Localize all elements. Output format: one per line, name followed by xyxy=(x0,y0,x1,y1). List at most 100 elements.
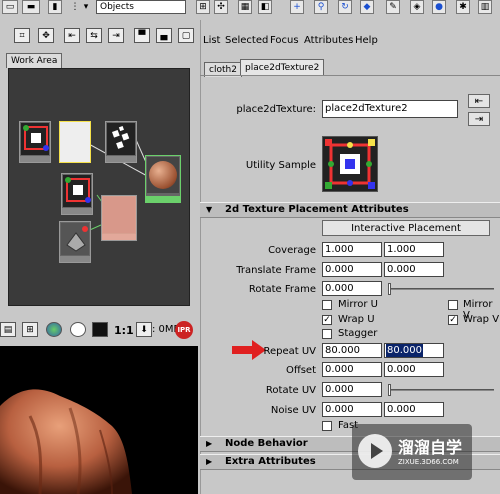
translate-frame-label: Translate Frame xyxy=(236,265,316,276)
zoom-label[interactable]: 1:1 xyxy=(114,324,134,337)
coverage-u-input[interactable]: 1.000 xyxy=(322,242,382,257)
tab-work-area[interactable]: Work Area xyxy=(6,53,63,68)
node-name-label: place2dTexture: xyxy=(236,104,316,115)
selected-texture-node[interactable] xyxy=(59,121,91,163)
hypershade-icon[interactable]: ▥ xyxy=(478,0,492,14)
mirror-u-checkbox[interactable] xyxy=(322,300,332,310)
bottom-tab-layout-icon[interactable]: ▄ xyxy=(156,28,172,43)
repeat-uv-label: Repeat UV xyxy=(263,346,316,357)
fast-checkbox[interactable] xyxy=(322,421,332,431)
repeat-v-selected-text: 80.000 xyxy=(386,344,423,357)
ramp-swatch xyxy=(103,197,135,233)
translate-frame-u-input[interactable]: 0.000 xyxy=(322,262,382,277)
rotate-uv-slider-thumb[interactable] xyxy=(388,384,391,396)
top-tab-layout-icon[interactable]: ▀ xyxy=(134,28,150,43)
menu-attributes[interactable]: Attributes xyxy=(304,35,353,46)
display-icon[interactable] xyxy=(92,322,108,337)
chevron-down-icon[interactable]: ▾ xyxy=(80,0,92,14)
menu-help[interactable]: Help xyxy=(355,35,378,46)
section-texture-placement[interactable]: ▼ 2d Texture Placement Attributes xyxy=(200,202,500,218)
single-layout-icon[interactable]: ▢ xyxy=(178,28,194,43)
watermark-subtitle: ZIXUE.3D66.COM xyxy=(398,458,459,466)
repeat-u-input[interactable]: 80.000 xyxy=(322,343,382,358)
keep-image-icon[interactable]: ⬇ xyxy=(136,322,152,337)
utility-sample-swatch xyxy=(322,136,378,192)
render-view-toolbar: ▤ ⊞ 1:1 ⬇ : 0MB IPR xyxy=(0,316,198,344)
coverage-v-input[interactable]: 1.000 xyxy=(384,242,444,257)
layout-icon[interactable]: ⊞ xyxy=(22,322,38,337)
noise-uv-label: Noise UV xyxy=(270,405,316,416)
place2dtexture-node[interactable] xyxy=(19,121,51,163)
snap-grid-icon[interactable]: ⊞ xyxy=(196,0,210,14)
scale-icon[interactable]: ◆ xyxy=(360,0,374,14)
rotate-uv-slider[interactable] xyxy=(388,389,494,391)
rotate-uv-input[interactable]: 0.000 xyxy=(322,382,382,397)
bump-swatch xyxy=(61,223,89,255)
node-name-input[interactable]: place2dTexture2 xyxy=(322,100,458,118)
graph-icon[interactable]: ⌗ xyxy=(14,28,30,43)
noise-u-input[interactable]: 0.000 xyxy=(322,402,382,417)
translate-frame-v-input[interactable]: 0.000 xyxy=(384,262,444,277)
save-icon[interactable]: ▬ xyxy=(22,0,40,14)
rgb-channel-icon[interactable] xyxy=(46,322,62,337)
stagger-checkbox[interactable] xyxy=(322,329,332,339)
frame-icon[interactable]: ▤ xyxy=(0,322,16,337)
noise-v-input[interactable]: 0.000 xyxy=(384,402,444,417)
render-icon[interactable]: ✎ xyxy=(386,0,400,14)
plus-icon[interactable]: + xyxy=(290,0,304,14)
output-connections-icon[interactable]: ⇥ xyxy=(108,28,124,43)
watermark-title: 溜溜自学 xyxy=(398,438,463,457)
folder-open-icon[interactable]: ▭ xyxy=(2,0,18,14)
wrap-u-checkbox[interactable]: ✓ xyxy=(322,315,332,325)
ipr-render-icon[interactable]: ◈ xyxy=(410,0,424,14)
repeat-v-input[interactable]: 80.000 xyxy=(384,343,444,358)
snap-view-icon[interactable]: ◧ xyxy=(258,0,272,14)
move-icon[interactable]: ⚲ xyxy=(314,0,328,14)
input-connections-icon[interactable]: ⇤ xyxy=(64,28,80,43)
node-label xyxy=(62,208,92,214)
node-label xyxy=(60,256,90,262)
selection-mask-dropdown[interactable]: Objects xyxy=(96,0,186,14)
rotate-frame-input[interactable]: 0.000 xyxy=(322,281,382,296)
rotate-icon[interactable]: ↻ xyxy=(338,0,352,14)
hypershade-work-area[interactable] xyxy=(8,68,190,306)
offset-label: Offset xyxy=(285,365,316,376)
interactive-placement-button[interactable]: Interactive Placement xyxy=(322,220,490,236)
focus-output-button[interactable]: ⇥ xyxy=(468,112,490,126)
bump-node[interactable] xyxy=(59,221,91,263)
menu-selected[interactable]: Selected xyxy=(225,35,268,46)
input-output-icon[interactable]: ⇆ xyxy=(86,28,102,43)
offset-v-input[interactable]: 0.000 xyxy=(384,362,444,377)
offset-u-input[interactable]: 0.000 xyxy=(322,362,382,377)
section-title: 2d Texture Placement Attributes xyxy=(225,204,409,215)
tab-place2dtexture2[interactable]: place2dTexture2 xyxy=(240,59,325,76)
globe-icon[interactable]: ● xyxy=(432,0,446,14)
alpha-channel-icon[interactable] xyxy=(70,322,86,337)
ramp-node[interactable] xyxy=(101,195,137,241)
material-node[interactable] xyxy=(145,155,181,203)
mirror-v-checkbox[interactable] xyxy=(448,300,458,310)
checker-node[interactable] xyxy=(105,121,137,163)
render-settings-icon[interactable]: ✱ xyxy=(456,0,470,14)
place2d-swatch xyxy=(63,175,91,207)
snap-point-icon[interactable]: ▦ xyxy=(238,0,252,14)
lasso-icon[interactable]: ▮ xyxy=(48,0,62,14)
ipr-button[interactable]: IPR xyxy=(175,321,193,339)
rotate-frame-slider-thumb[interactable] xyxy=(388,283,391,295)
node-label xyxy=(102,234,136,240)
menu-list[interactable]: List xyxy=(203,35,220,46)
focus-input-button[interactable]: ⇤ xyxy=(468,94,490,108)
section-title: Extra Attributes xyxy=(225,456,316,467)
watermark: 溜溜自学 ZIXUE.3D66.COM xyxy=(352,424,472,480)
snap-curve-icon[interactable]: ✣ xyxy=(214,0,228,14)
network-icon[interactable]: ✥ xyxy=(38,28,54,43)
menu-focus[interactable]: Focus xyxy=(270,35,299,46)
rotate-frame-label: Rotate Frame xyxy=(248,284,316,295)
place2dtexture-node-2[interactable] xyxy=(61,173,93,215)
tab-divider xyxy=(200,75,500,76)
wrap-v-checkbox[interactable]: ✓ xyxy=(448,315,458,325)
checker-swatch xyxy=(107,123,135,155)
expand-triangle-icon: ▼ xyxy=(206,205,213,214)
wrap-u-label: Wrap U xyxy=(338,314,375,325)
rotate-frame-slider[interactable] xyxy=(388,288,494,290)
